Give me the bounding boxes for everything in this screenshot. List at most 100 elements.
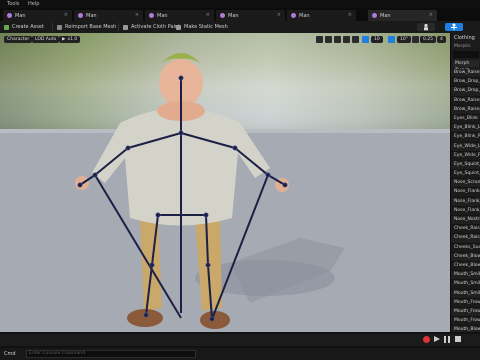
- morph-target-row[interactable]: Mouth_Smile_R: [451, 289, 480, 299]
- tab-label: Man: [228, 13, 239, 19]
- camera-speed-label: 4: [440, 37, 443, 42]
- bottom-bar: Cmd Enter Console Command: [0, 332, 480, 360]
- mode-button[interactable]: [417, 23, 435, 31]
- left-shoe: [127, 309, 163, 327]
- skeletal-mesh-icon: [372, 13, 377, 18]
- morph-target-row[interactable]: Nose_Nostrils_Flare: [451, 216, 480, 226]
- viewport-options-button[interactable]: Character: [4, 36, 33, 43]
- morph-target-row[interactable]: Eye_Blink_L: [451, 124, 480, 134]
- morph-target-panel: Clothing Morphs Morph Target Name Brow_R…: [450, 33, 480, 332]
- character-button-label: Character: [7, 37, 30, 42]
- rotation-snap-value[interactable]: 10°: [397, 36, 411, 43]
- panel-title[interactable]: Clothing: [454, 35, 475, 41]
- skeletal-mesh-icon: [220, 13, 225, 18]
- morph-target-row[interactable]: Mouth_Frown_L: [451, 307, 480, 318]
- morph-target-row[interactable]: Cheek_Blow_R: [451, 262, 480, 272]
- morph-target-row[interactable]: Brow_Raise_Outer: [451, 69, 480, 79]
- morph-target-row[interactable]: Brow_Raise_In_R: [451, 105, 480, 115]
- morph-target-row[interactable]: Nose_Flank_R: [451, 207, 480, 216]
- console-command-input[interactable]: Enter Console Command: [26, 350, 196, 358]
- morph-target-row[interactable]: Nose_Flank_L: [451, 197, 480, 207]
- morph-target-row[interactable]: Cheek_Blow_L: [451, 252, 480, 262]
- activate-cloth-paint-button[interactable]: Activate Cloth Paint: [123, 23, 180, 31]
- morph-target-row[interactable]: Brow_Raise_In_L: [451, 97, 480, 106]
- scale-icon[interactable]: [343, 36, 350, 43]
- morph-target-row[interactable]: Nose_Flanks_Raise: [451, 188, 480, 198]
- scale-snap-value[interactable]: 0.25: [420, 36, 437, 43]
- morph-target-row[interactable]: Eye_Wide_L: [451, 142, 480, 152]
- create-asset-button[interactable]: Create Asset: [4, 23, 44, 31]
- morph-target-row[interactable]: Eyes_Blink: [451, 115, 480, 125]
- cloth-paint-icon: [123, 24, 128, 30]
- lod-button[interactable]: LOD Auto: [32, 36, 60, 43]
- make-static-label: Make Static Mesh: [184, 24, 228, 30]
- console-bar: Cmd Enter Console Command: [0, 348, 480, 360]
- morph-target-row[interactable]: Cheek_Raise_R: [451, 234, 480, 244]
- camera-speed-button[interactable]: 4: [437, 36, 446, 43]
- translate-icon[interactable]: [325, 36, 332, 43]
- cmd-label[interactable]: Cmd: [4, 351, 16, 357]
- morph-target-list: Brow_Raise_OuterBrow_Drop_LBrow_Drop_RBr…: [451, 69, 480, 332]
- morph-target-row[interactable]: Mouth_Smile_L: [451, 280, 480, 290]
- close-icon[interactable]: ×: [206, 12, 210, 18]
- scale-snap-icon[interactable]: [412, 36, 419, 43]
- rotation-snap-icon[interactable]: [388, 36, 395, 43]
- skeletal-mesh-icon: [7, 13, 12, 18]
- grid-snap-label: 10: [374, 37, 380, 42]
- skeleton-mode-button[interactable]: [445, 23, 463, 31]
- skeletal-mesh-icon: [291, 13, 296, 18]
- search-input[interactable]: [453, 51, 479, 58]
- morph-target-row[interactable]: Eye_Blink_R: [451, 133, 480, 143]
- make-static-mesh-button[interactable]: Make Static Mesh: [176, 23, 228, 31]
- skeletal-mesh-icon: [149, 13, 154, 18]
- asset-tab[interactable]: Man ×: [216, 10, 286, 21]
- select-icon[interactable]: [316, 36, 323, 43]
- menu-help[interactable]: Help: [28, 1, 39, 7]
- morph-target-row[interactable]: Mouth_Smile: [451, 271, 480, 281]
- toolbar-divider: [118, 23, 119, 31]
- world-icon[interactable]: [352, 36, 359, 43]
- menu-tools[interactable]: Tools: [7, 1, 19, 7]
- speed-label: x1.0: [67, 37, 78, 42]
- stop-icon[interactable]: [455, 336, 461, 342]
- morph-target-row[interactable]: Eye_Wide_R: [451, 152, 480, 161]
- morph-target-row[interactable]: Cheek_Raise_L: [451, 225, 480, 235]
- morph-target-row[interactable]: Mouth_Frown: [451, 299, 480, 308]
- menu-bar: Tools Help: [0, 0, 480, 8]
- tab-label: Man: [299, 13, 310, 19]
- asset-tab-active[interactable]: Man ×: [368, 10, 438, 21]
- asset-tab[interactable]: Man ×: [145, 10, 215, 21]
- close-icon[interactable]: ×: [429, 12, 433, 18]
- asset-tab[interactable]: Man ×: [3, 10, 73, 21]
- lod-label: LOD Auto: [35, 37, 57, 42]
- pause-icon[interactable]: [444, 336, 450, 343]
- play-icon[interactable]: [434, 336, 440, 342]
- morph-target-row[interactable]: Brow_Drop_R: [451, 87, 480, 97]
- viewport[interactable]: Character LOD Auto ▶ x1.0 10 10° 0.25 4: [0, 33, 450, 332]
- close-icon[interactable]: ×: [348, 12, 352, 18]
- timeline-track[interactable]: [0, 334, 480, 346]
- asset-tab[interactable]: Man ×: [287, 10, 357, 21]
- reimport-icon: [57, 24, 62, 30]
- morph-target-row[interactable]: Eye_Squint_L: [451, 160, 480, 171]
- grid-snap-icon[interactable]: [362, 36, 369, 43]
- close-icon[interactable]: ×: [135, 12, 139, 18]
- morph-target-row[interactable]: Cheeks_Suck: [451, 244, 480, 253]
- close-icon[interactable]: ×: [277, 12, 281, 18]
- grid-snap-value[interactable]: 10: [371, 36, 383, 43]
- record-icon[interactable]: [423, 336, 430, 343]
- morph-target-row[interactable]: Mouth_Frown_R: [451, 317, 480, 327]
- asset-tab-bar: Man × Man × Man × Man × Man × Man ×: [0, 8, 480, 21]
- column-header[interactable]: Morph Target Name: [453, 60, 479, 80]
- create-asset-icon: [4, 24, 9, 30]
- close-icon[interactable]: ×: [64, 12, 68, 18]
- morph-target-row[interactable]: Brow_Drop_L: [451, 78, 480, 88]
- asset-tab[interactable]: Man ×: [74, 10, 144, 21]
- rotate-icon[interactable]: [334, 36, 341, 43]
- reimport-button[interactable]: Reimport Base Mesh: [57, 23, 116, 31]
- playback-speed-button[interactable]: ▶ x1.0: [59, 36, 81, 43]
- morph-target-row[interactable]: Eye_Squint_R: [451, 170, 480, 180]
- scale-snap-label: 0.25: [423, 37, 434, 42]
- morph-target-row[interactable]: Nose_Scrunch: [451, 179, 480, 189]
- play-icon: ▶: [62, 37, 66, 42]
